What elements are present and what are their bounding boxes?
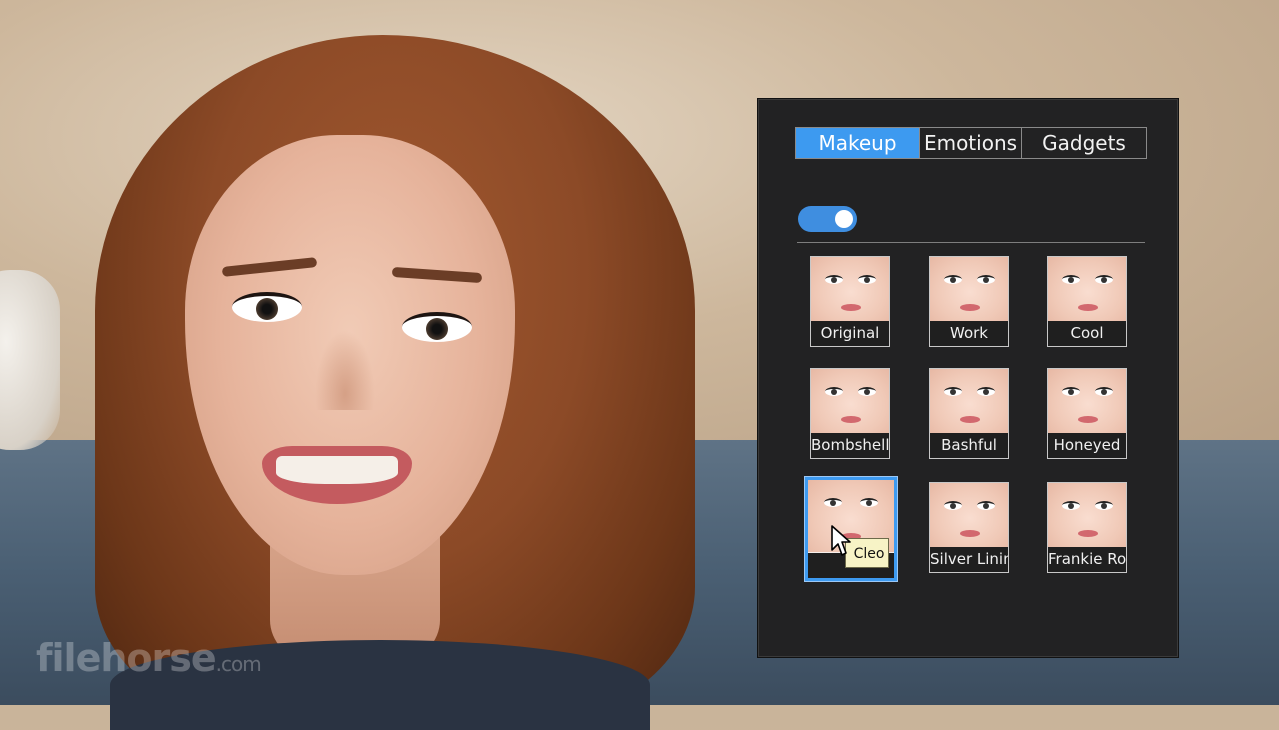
watermark-logo: filehorse.com — [36, 636, 262, 680]
preset-face-image — [930, 257, 1008, 321]
preset-face-image — [930, 369, 1008, 433]
preset-face-image — [930, 483, 1008, 547]
tab-makeup[interactable]: Makeup — [796, 128, 920, 158]
background-lamp — [0, 270, 60, 450]
subject-left-eye — [232, 292, 302, 322]
preset-face-image — [811, 369, 889, 433]
subject-right-eye — [402, 312, 472, 342]
preset-original[interactable]: Original — [810, 256, 890, 347]
preset-label: Frankie Roc — [1048, 547, 1126, 572]
preset-honeyed[interactable]: Honeyed — [1047, 368, 1127, 459]
tab-bar: Makeup Emotions Gadgets — [795, 127, 1147, 159]
preset-bashful[interactable]: Bashful — [929, 368, 1009, 459]
toggle-knob — [835, 210, 853, 228]
preset-label: Work — [930, 321, 1008, 346]
subject-teeth — [276, 456, 398, 484]
preset-cool[interactable]: Cool — [1047, 256, 1127, 347]
preset-silver-lining[interactable]: Silver Lining — [929, 482, 1009, 573]
preset-face-image — [1048, 369, 1126, 433]
preset-label: Silver Lining — [930, 547, 1008, 572]
mouse-cursor-icon — [831, 525, 851, 556]
preset-bombshell[interactable]: Bombshell — [810, 368, 890, 459]
preset-label: Bashful — [930, 433, 1008, 458]
subject-nose — [315, 330, 375, 410]
preset-frankie-roc[interactable]: Frankie Roc — [1047, 482, 1127, 573]
preset-label: Cool — [1048, 321, 1126, 346]
effects-toggle[interactable] — [798, 206, 857, 232]
tab-emotions[interactable]: Emotions — [920, 128, 1022, 158]
preset-label: Honeyed — [1048, 433, 1126, 458]
tab-gadgets[interactable]: Gadgets — [1022, 128, 1146, 158]
preset-label: Original — [811, 321, 889, 346]
preset-label: Bombshell — [811, 433, 889, 458]
divider — [797, 242, 1145, 243]
effects-panel: Makeup Emotions Gadgets Original Work Co… — [758, 99, 1178, 657]
preset-face-image — [1048, 257, 1126, 321]
preset-face-image — [1048, 483, 1126, 547]
preset-face-image — [811, 257, 889, 321]
preset-work[interactable]: Work — [929, 256, 1009, 347]
